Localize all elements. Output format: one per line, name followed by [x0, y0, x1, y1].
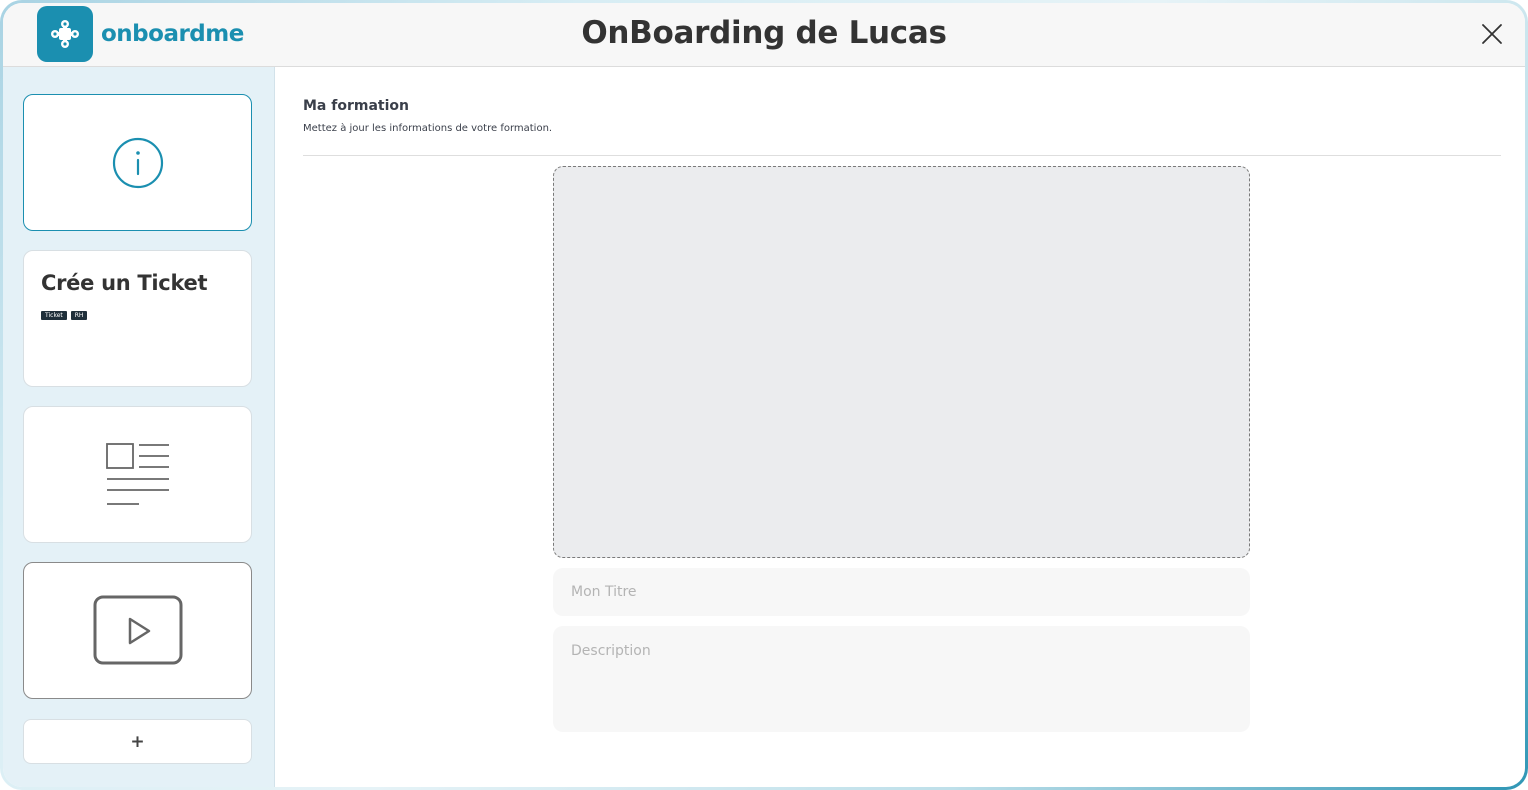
- title-input[interactable]: [553, 568, 1250, 616]
- description-input[interactable]: [553, 626, 1250, 732]
- article-layout-icon: [105, 442, 169, 505]
- divider: [303, 155, 1501, 156]
- sidebar: Crée un Ticket Ticket RH +: [3, 67, 275, 787]
- page-title: OnBoarding de Lucas: [581, 15, 947, 51]
- section-title: Ma formation: [303, 98, 409, 114]
- sidebar-card-info[interactable]: [23, 94, 252, 231]
- app-frame: onboardme OnBoarding de Lucas Crée un Ti…: [0, 0, 1528, 790]
- sidebar-card-video[interactable]: [23, 562, 252, 699]
- close-button[interactable]: [1479, 21, 1505, 47]
- close-icon: [1482, 24, 1502, 44]
- main-panel: Ma formation Mettez à jour les informati…: [275, 67, 1525, 787]
- modal-window: onboardme OnBoarding de Lucas Crée un Ti…: [3, 3, 1525, 787]
- tag-rh: RH: [70, 311, 88, 320]
- section-subtitle: Mettez à jour les informations de votre …: [303, 123, 553, 134]
- media-dropzone[interactable]: [553, 166, 1250, 558]
- add-card-button[interactable]: +: [23, 719, 252, 764]
- card-title: Crée un Ticket: [41, 271, 208, 295]
- sidebar-card-ticket[interactable]: Crée un Ticket Ticket RH: [23, 250, 252, 387]
- header: onboardme OnBoarding de Lucas: [3, 3, 1525, 67]
- info-circle-icon: [112, 137, 163, 188]
- play-icon: [93, 595, 182, 664]
- sidebar-card-article[interactable]: [23, 406, 252, 543]
- tag-ticket: Ticket: [41, 311, 67, 320]
- tag-list: Ticket RH: [41, 311, 88, 320]
